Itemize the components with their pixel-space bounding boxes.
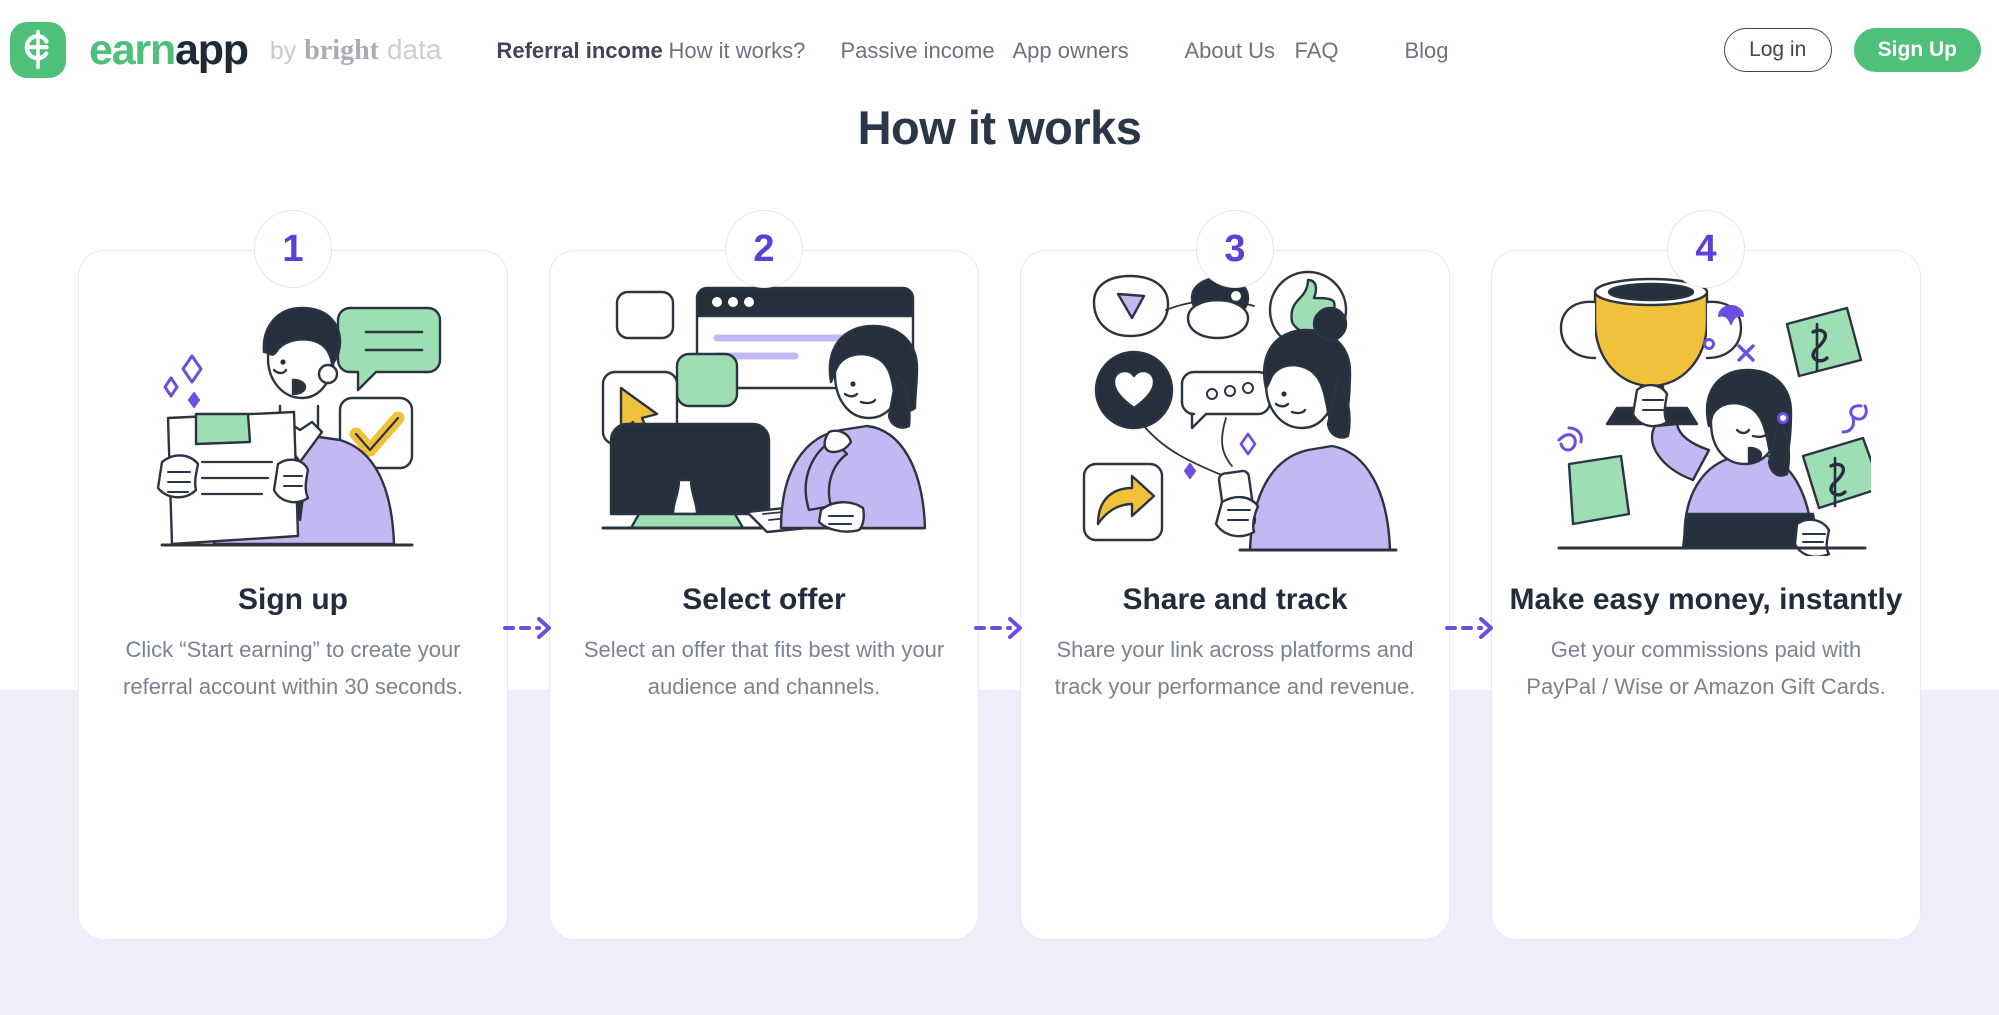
step-1-title: Sign up [238, 583, 348, 616]
nav-item-about-us[interactable]: About Us [1184, 37, 1294, 64]
dashed-arrow-right-icon-1 [502, 616, 555, 640]
step-2-card-surface: Select offer Select an offer that fits b… [549, 250, 979, 940]
auth-buttons: Log in Sign Up [1723, 0, 1981, 100]
byline-data: data [386, 33, 442, 65]
byline-by: by [269, 36, 297, 65]
man-reading-document-with-checkmark-illustration [79, 261, 507, 561]
signup-button[interactable]: Sign Up [1853, 28, 1981, 72]
step-1-description: Click “Start earning” to create your ref… [123, 637, 463, 699]
brand-wordmark: earnapp [89, 25, 249, 74]
byline-bright: bright [304, 34, 379, 66]
main-navigation: Referral income How it works? Passive in… [496, 0, 1514, 100]
step-2-title: Select offer [682, 583, 846, 616]
woman-holding-trophy-with-money-illustration [1492, 261, 1920, 561]
brand-byline: by bright data [269, 33, 442, 66]
step-3-number-badge: 3 [1196, 210, 1274, 288]
step-1-card-surface: Sign up Click “Start earning” to create … [78, 250, 508, 940]
login-button[interactable]: Log in [1723, 28, 1832, 72]
earnapp-e-coin-icon [21, 30, 55, 70]
step-3-title: Share and track [1122, 583, 1348, 616]
site-header: earnapp by bright data Referral income H… [0, 0, 1999, 100]
step-4-number-badge: 4 [1667, 210, 1745, 288]
step-2-number-badge: 2 [725, 210, 803, 288]
step-2-description: Select an offer that fits best with your… [583, 637, 945, 699]
nav-item-blog[interactable]: Blog [1404, 37, 1514, 64]
how-it-works-steps: Sign up Click “Start earning” to create … [78, 210, 1921, 940]
nav-item-app-owners[interactable]: App owners [1012, 37, 1184, 64]
nav-item-referral-income[interactable]: Referral income [496, 37, 668, 64]
woman-with-phone-social-reactions-illustration [1021, 261, 1449, 561]
dashed-arrow-right-icon-3 [1444, 616, 1497, 640]
brand-name-earn: earn [89, 25, 176, 74]
connector-gap-3 [1444, 250, 1493, 940]
connector-gap-2 [973, 250, 1022, 940]
page-title: How it works [857, 101, 1142, 154]
earnapp-logo-badge[interactable] [10, 22, 66, 78]
step-1-number-badge: 1 [254, 210, 332, 288]
step-3-description: Share your link across platforms and tra… [1054, 637, 1416, 699]
nav-item-passive-income[interactable]: Passive income [840, 37, 1012, 64]
nav-item-how-it-works[interactable]: How it works? [668, 37, 840, 64]
connector-gap-1 [502, 250, 551, 940]
step-4-card-surface: Make easy money, instantly Get your comm… [1491, 250, 1921, 940]
brand-logo-group[interactable]: earnapp by bright data [10, 22, 441, 78]
dashed-arrow-right-icon-2 [973, 616, 1026, 640]
step-4-description: Get your commissions paid with PayPal / … [1526, 637, 1886, 699]
step-4-title: Make easy money, instantly [1509, 583, 1903, 616]
brand-name-app: app [175, 25, 249, 74]
step-3-card-surface: Share and track Share your link across p… [1020, 250, 1450, 940]
page-root: earnapp by bright data Referral income H… [0, 0, 1999, 1015]
woman-at-desktop-computer-choosing-offer-illustration [550, 261, 978, 561]
nav-item-faq[interactable]: FAQ [1294, 37, 1404, 64]
